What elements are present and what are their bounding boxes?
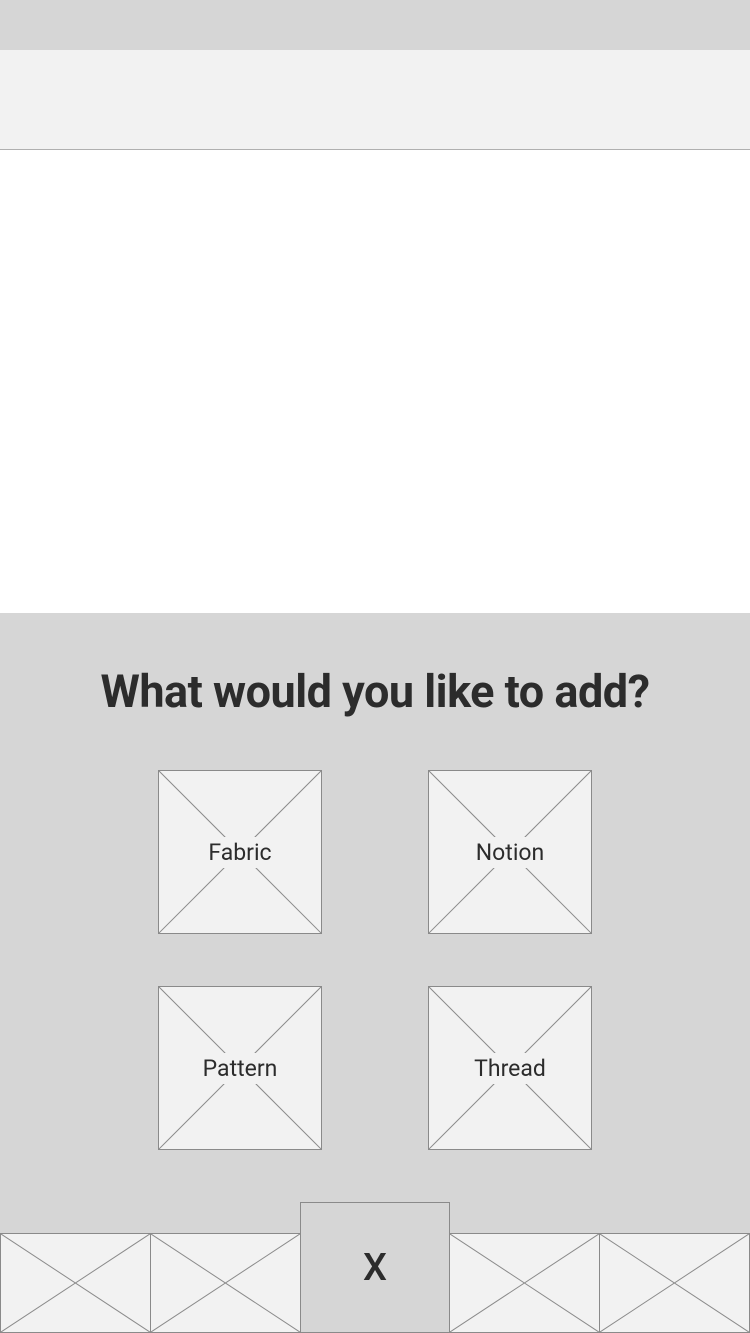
placeholder-icon [151, 1234, 300, 1332]
option-label: Notion [472, 837, 548, 868]
option-label: Thread [470, 1053, 550, 1084]
option-notion[interactable]: Notion [428, 770, 592, 934]
option-thread[interactable]: Thread [428, 986, 592, 1150]
options-grid: Fabric Notion Pattern Thread [0, 770, 750, 1150]
close-icon: X [363, 1246, 387, 1290]
modal-title: What would you like to add? [0, 665, 750, 718]
option-label: Pattern [199, 1053, 282, 1084]
placeholder-icon [1, 1234, 150, 1332]
placeholder-icon [600, 1234, 749, 1332]
status-bar [0, 0, 750, 50]
option-label: Fabric [204, 837, 275, 868]
nav-item-1[interactable] [0, 1233, 150, 1333]
close-button[interactable]: X [300, 1202, 450, 1333]
nav-item-4[interactable] [449, 1233, 599, 1333]
placeholder-icon [450, 1234, 599, 1332]
nav-item-5[interactable] [599, 1233, 750, 1333]
nav-item-2[interactable] [150, 1233, 300, 1333]
content-area [0, 150, 750, 613]
option-pattern[interactable]: Pattern [158, 986, 322, 1150]
option-fabric[interactable]: Fabric [158, 770, 322, 934]
header-bar [0, 50, 750, 150]
